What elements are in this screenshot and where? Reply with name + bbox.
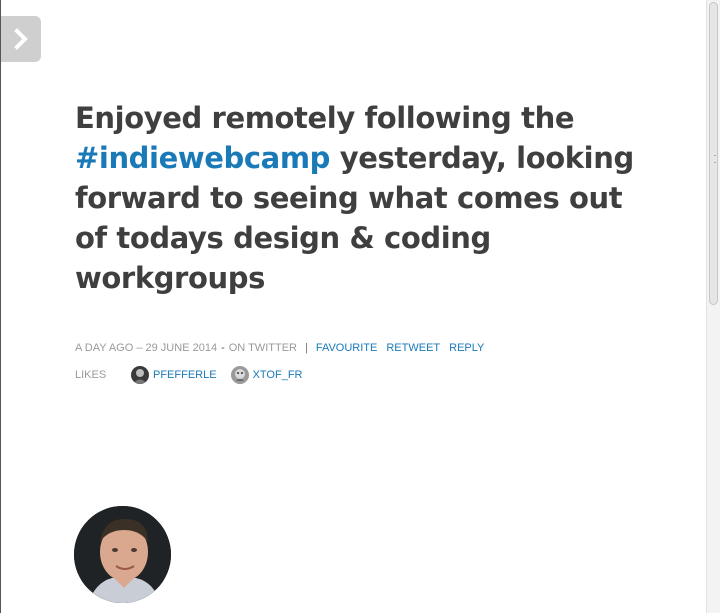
vertical-scrollbar[interactable] [706,0,720,613]
liker-xtof-fr[interactable]: XTOF_FR [230,366,303,384]
favourite-link[interactable]: FAVOURITE [316,342,378,354]
likes-row: LIKES PFEFFERLE XTOF_FR [75,366,635,384]
retweet-link[interactable]: RETWEET [386,342,440,354]
liker-pfefferle[interactable]: PFEFFERLE [131,366,217,384]
post-text-before: Enjoyed remotely following the [75,101,575,135]
avatar [230,366,249,384]
hashtag-link[interactable]: #indiewebcamp [75,141,330,175]
likes-label: LIKES [75,369,107,381]
chevron-right-icon [14,28,28,50]
liker-name: XTOF_FR [252,369,303,381]
note-post: Enjoyed remotely following the #indieweb… [75,98,635,384]
scrollbar-grip-icon [714,155,716,163]
meta-dash: - [221,342,225,354]
sidebar-toggle-button[interactable] [1,16,41,62]
post-source: ON TWITTER [228,342,297,354]
meta-separator: | [304,342,308,354]
post-meta: A DAY AGO – 29 JUNE 2014 - ON TWITTER | … [75,342,635,354]
scrollbar-thumb[interactable] [709,2,718,305]
avatar [131,366,149,384]
author-avatar[interactable] [74,506,171,603]
post-content: Enjoyed remotely following the #indieweb… [75,98,635,298]
post-timestamp: A DAY AGO – 29 JUNE 2014 [75,342,218,354]
reply-link[interactable]: REPLY [449,342,484,354]
liker-name: PFEFFERLE [153,369,217,381]
